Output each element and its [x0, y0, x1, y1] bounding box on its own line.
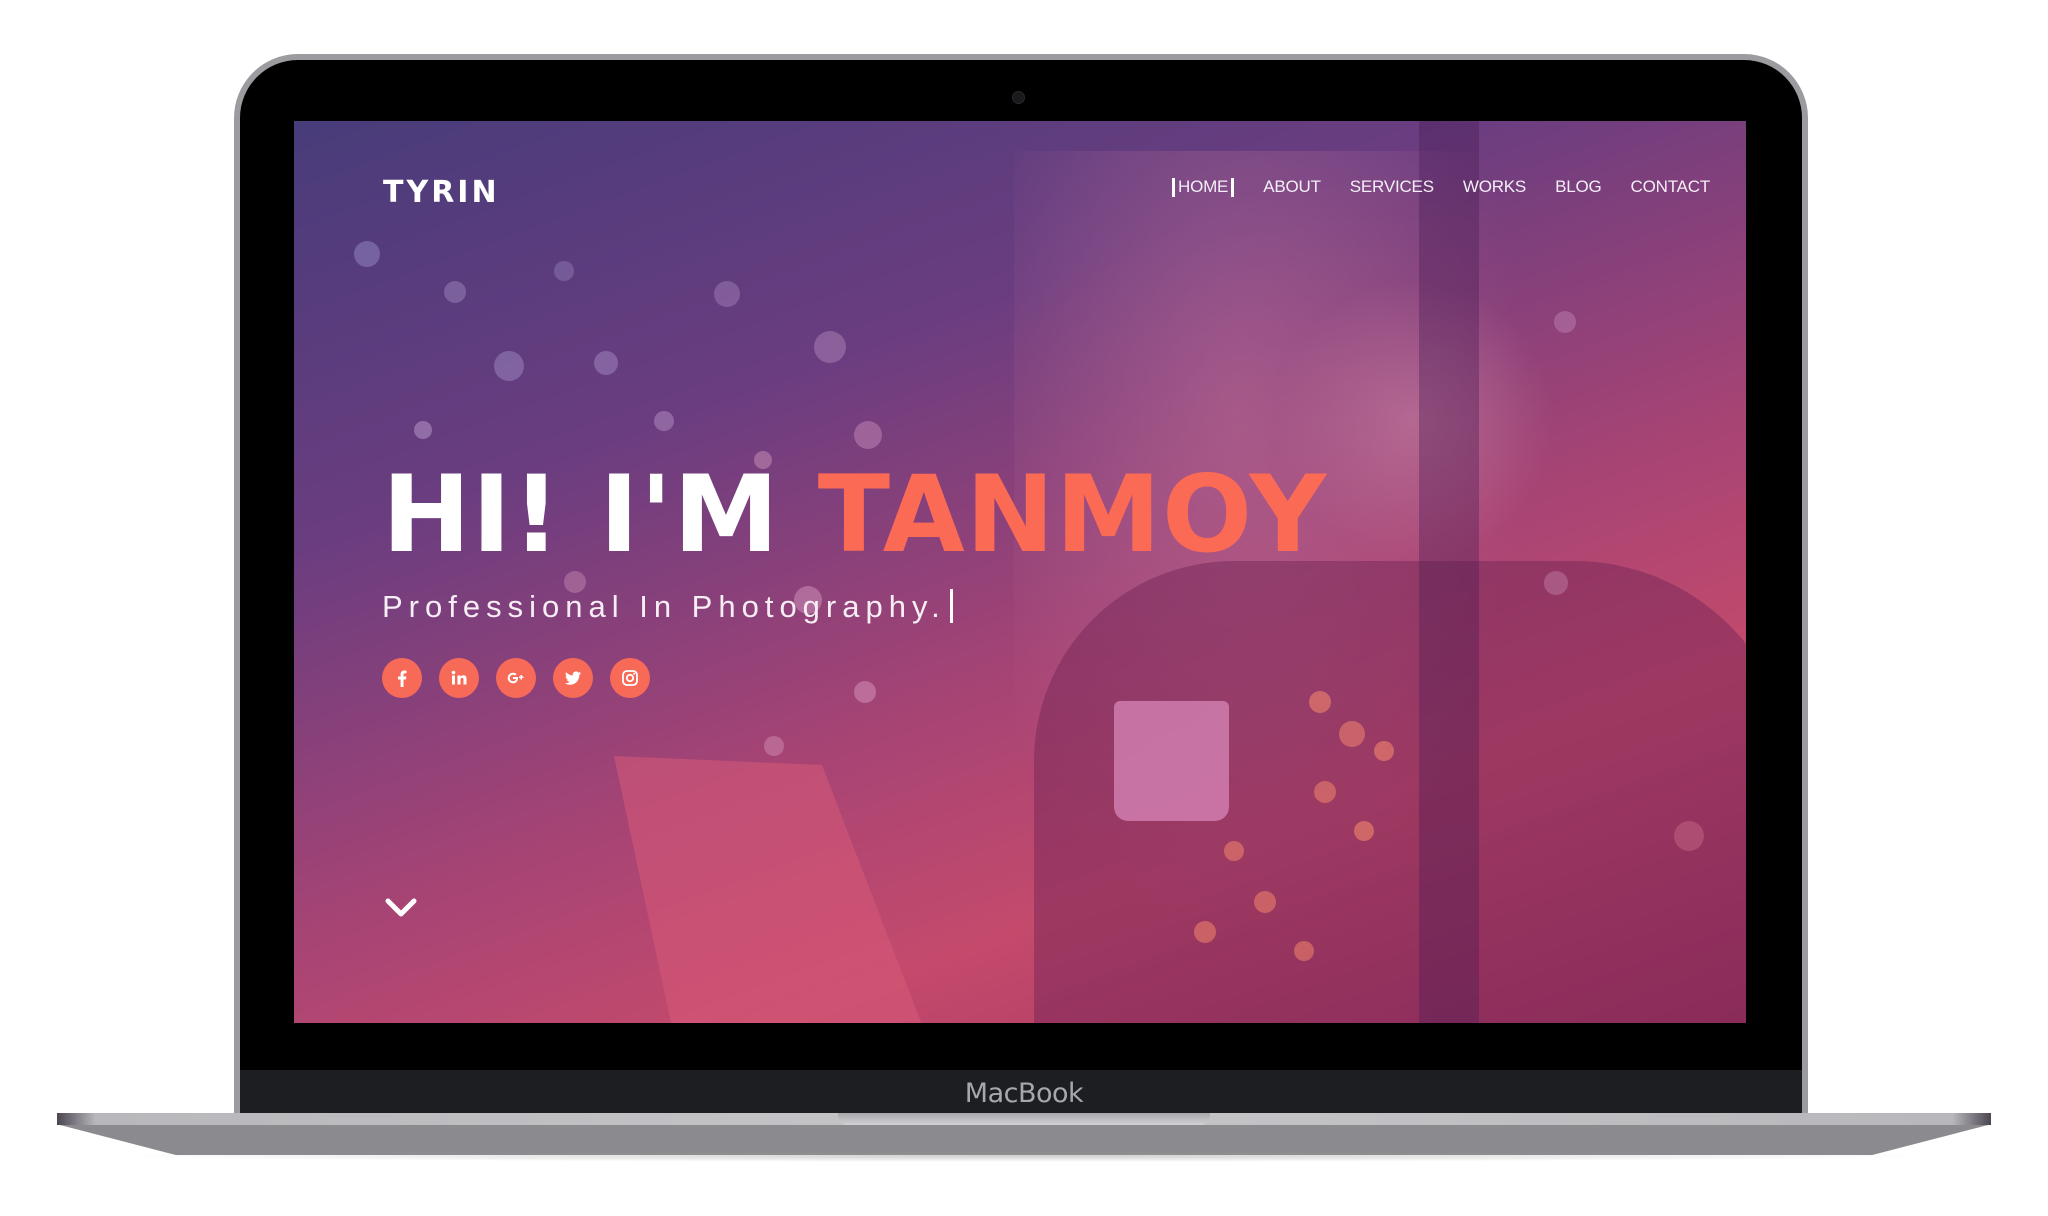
bokeh-light — [1544, 571, 1568, 595]
bokeh-light — [1314, 781, 1336, 803]
facebook-icon — [398, 670, 407, 687]
google-plus-button[interactable] — [496, 658, 536, 698]
nav-about[interactable]: ABOUT — [1263, 177, 1321, 197]
bokeh-light — [1254, 891, 1276, 913]
typing-cursor — [949, 589, 953, 623]
bokeh-light — [1354, 821, 1374, 841]
bokeh-light — [654, 411, 674, 431]
bokeh-light — [1374, 741, 1394, 761]
social-links — [382, 658, 650, 698]
camera-icon — [1012, 91, 1025, 104]
chevron-down-icon[interactable] — [384, 896, 418, 920]
linkedin-icon — [451, 670, 467, 685]
hero-photo-pillar — [1419, 121, 1479, 1023]
nav-works[interactable]: WORKS — [1463, 177, 1526, 197]
bokeh-light — [1194, 921, 1216, 943]
nav-home[interactable]: HOME — [1172, 178, 1235, 197]
facebook-button[interactable] — [382, 658, 422, 698]
site-logo[interactable]: TYRIN — [383, 175, 500, 210]
linkedin-button[interactable] — [439, 658, 479, 698]
twitter-icon — [565, 671, 581, 685]
hero-subtitle-text: Professional In Photography. — [382, 589, 946, 624]
website-screen: TYRIN HOME ABOUT SERVICES WORKS BLOG CON… — [294, 121, 1746, 1023]
bokeh-light — [494, 351, 524, 381]
instagram-button[interactable] — [610, 658, 650, 698]
main-nav: HOME ABOUT SERVICES WORKS BLOG CONTACT — [1172, 177, 1739, 197]
bokeh-light — [714, 281, 740, 307]
hero-photo-laptop — [614, 756, 934, 1023]
laptop-hinge-notch — [838, 1113, 1210, 1125]
google-plus-icon — [507, 672, 524, 684]
device-label: MacBook — [964, 1078, 1084, 1109]
bokeh-light — [1294, 941, 1314, 961]
bokeh-light — [414, 421, 432, 439]
laptop-shadow — [100, 1150, 1948, 1162]
nav-services[interactable]: SERVICES — [1350, 177, 1434, 197]
bokeh-light — [444, 281, 466, 303]
hero-greeting: HI! I'M — [382, 453, 780, 576]
bokeh-light — [554, 261, 574, 281]
hero-subtitle: Professional In Photography. — [382, 589, 953, 625]
bokeh-light — [854, 681, 876, 703]
bokeh-light — [1674, 821, 1704, 851]
bokeh-light — [854, 421, 882, 449]
twitter-button[interactable] — [553, 658, 593, 698]
hero-title: HI! I'M TANMOY — [382, 453, 1327, 576]
bokeh-light — [814, 331, 846, 363]
bokeh-light — [1339, 721, 1365, 747]
nav-blog[interactable]: BLOG — [1555, 177, 1602, 197]
hero-name: TANMOY — [817, 453, 1328, 576]
bokeh-light — [1224, 841, 1244, 861]
bokeh-light — [1309, 691, 1331, 713]
hero-photo-mug — [1114, 701, 1229, 821]
bokeh-light — [354, 241, 380, 267]
bokeh-light — [1554, 311, 1576, 333]
nav-contact[interactable]: CONTACT — [1631, 177, 1711, 197]
bokeh-light — [764, 736, 784, 756]
instagram-icon — [622, 670, 638, 686]
bokeh-light — [594, 351, 618, 375]
